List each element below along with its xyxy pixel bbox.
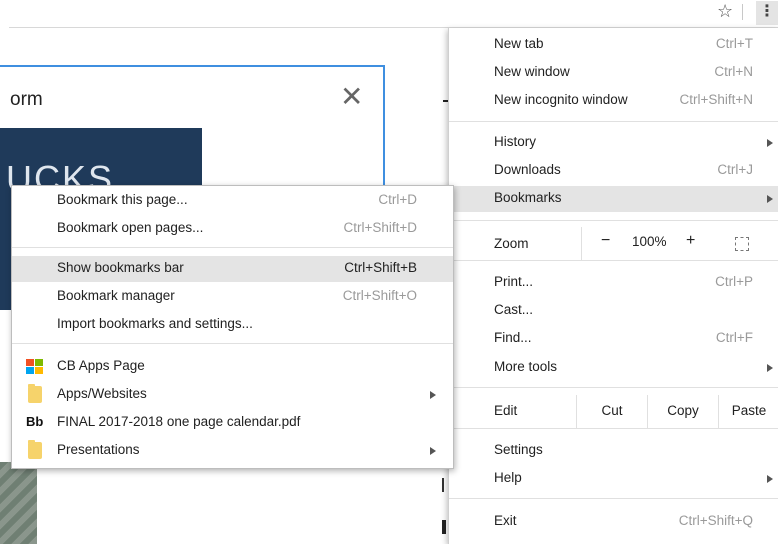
menu-item-label: New window	[494, 64, 570, 79]
menu-item-import-bookmarks[interactable]: Import bookmarks and settings...	[12, 312, 453, 338]
menu-separator	[449, 121, 778, 122]
submenu-arrow-icon	[430, 447, 436, 455]
fullscreen-icon[interactable]	[735, 237, 749, 251]
menu-item-more-tools[interactable]: More tools	[449, 355, 778, 381]
menu-item-shortcut: Ctrl+Shift+N	[679, 92, 753, 107]
edit-label: Edit	[494, 403, 518, 418]
menu-item-label: Exit	[494, 513, 517, 528]
bookmark-item[interactable]: CB Apps Page	[12, 354, 453, 380]
menu-item-bookmark-this-page[interactable]: Bookmark this page... Ctrl+D	[12, 188, 453, 214]
bookmark-folder[interactable]: Presentations	[12, 438, 453, 464]
menu-separator	[449, 428, 778, 429]
browser-toolbar: ☆ ⋮	[0, 0, 778, 28]
chrome-main-menu: New tab Ctrl+T New window Ctrl+N New inc…	[448, 28, 778, 544]
folder-icon	[28, 440, 42, 459]
menu-item-cast[interactable]: Cast...	[449, 298, 778, 324]
menu-item-label: Import bookmarks and settings...	[57, 316, 253, 331]
menu-item-shortcut: Ctrl+N	[714, 64, 753, 79]
menu-item-new-tab[interactable]: New tab Ctrl+T	[449, 32, 778, 58]
menu-item-label: Find...	[494, 330, 532, 345]
menu-separator	[449, 498, 778, 499]
menu-separator	[12, 247, 453, 248]
menu-item-label: Help	[494, 470, 522, 485]
paste-button[interactable]: Paste	[719, 395, 778, 427]
menu-item-label: Cast...	[494, 302, 534, 317]
bookmarks-submenu: Bookmark this page... Ctrl+D Bookmark op…	[11, 185, 454, 469]
menu-item-shortcut: Ctrl+F	[715, 330, 753, 345]
menu-separator	[449, 220, 778, 221]
submenu-arrow-icon	[767, 139, 773, 147]
menu-item-label: Downloads	[494, 162, 561, 177]
bookmark-item[interactable]: Bb FINAL 2017-2018 one page calendar.pdf	[12, 410, 453, 436]
menu-item-shortcut: Ctrl+J	[717, 162, 753, 177]
menu-item-shortcut: Ctrl+Shift+Q	[678, 513, 753, 528]
menu-item-label: New tab	[494, 36, 544, 51]
menu-item-bookmark-manager[interactable]: Bookmark manager Ctrl+Shift+O	[12, 284, 453, 310]
zoom-out-button[interactable]: −	[601, 232, 610, 250]
copy-button[interactable]: Copy	[648, 395, 718, 427]
page-fragment	[442, 478, 444, 492]
menu-item-print[interactable]: Print... Ctrl+P	[449, 270, 778, 296]
menu-item-label: Bookmark this page...	[57, 192, 188, 207]
menu-item-find[interactable]: Find... Ctrl+F	[449, 326, 778, 352]
menu-item-downloads[interactable]: Downloads Ctrl+J	[449, 158, 778, 184]
menu-item-label: Print...	[494, 274, 534, 289]
menu-item-new-window[interactable]: New window Ctrl+N	[449, 60, 778, 86]
menu-separator	[449, 387, 778, 388]
menu-item-show-bookmarks-bar[interactable]: Show bookmarks bar Ctrl+Shift+B	[12, 256, 453, 282]
menu-item-label: Bookmark open pages...	[57, 220, 204, 235]
close-icon[interactable]: ✕	[340, 83, 363, 111]
submenu-arrow-icon	[767, 364, 773, 372]
bookmark-label: Apps/Websites	[57, 386, 147, 401]
folder-icon	[28, 384, 42, 403]
zoom-divider	[581, 227, 582, 260]
menu-item-label: Settings	[494, 442, 543, 457]
menu-item-bookmark-open-pages[interactable]: Bookmark open pages... Ctrl+Shift+D	[12, 216, 453, 242]
menu-item-history[interactable]: History	[449, 130, 778, 156]
edit-row: Edit Cut Copy Paste	[449, 395, 778, 428]
dialog-title: orm	[10, 89, 43, 110]
background-image-strip	[0, 462, 37, 544]
blackboard-icon: Bb	[26, 414, 44, 429]
zoom-level: 100%	[632, 234, 667, 249]
menu-separator	[449, 260, 778, 261]
menu-item-settings[interactable]: Settings	[449, 438, 778, 464]
zoom-label: Zoom	[494, 236, 529, 251]
menu-item-exit[interactable]: Exit Ctrl+Shift+Q	[449, 509, 778, 535]
menu-item-bookmarks[interactable]: Bookmarks	[449, 186, 778, 212]
menu-item-shortcut: Ctrl+Shift+O	[342, 288, 417, 303]
bookmark-label: FINAL 2017-2018 one page calendar.pdf	[57, 414, 301, 429]
menu-item-shortcut: Ctrl+Shift+B	[344, 260, 417, 275]
submenu-arrow-icon	[767, 195, 773, 203]
submenu-arrow-icon	[430, 391, 436, 399]
bookmark-label: CB Apps Page	[57, 358, 145, 373]
page-fragment	[442, 520, 446, 534]
zoom-row: Zoom − 100% +	[449, 227, 778, 260]
menu-item-new-incognito-window[interactable]: New incognito window Ctrl+Shift+N	[449, 88, 778, 114]
zoom-in-button[interactable]: +	[686, 232, 695, 250]
menu-item-shortcut: Ctrl+Shift+D	[343, 220, 417, 235]
menu-separator	[12, 343, 453, 344]
menu-item-help[interactable]: Help	[449, 466, 778, 492]
bookmark-folder[interactable]: Apps/Websites	[12, 382, 453, 408]
chrome-menu-button[interactable]: ⋮	[756, 1, 778, 25]
menu-item-shortcut: Ctrl+D	[378, 192, 417, 207]
cut-button[interactable]: Cut	[577, 395, 647, 427]
submenu-arrow-icon	[767, 475, 773, 483]
menu-item-label: Show bookmarks bar	[57, 260, 184, 275]
microsoft-logo-icon	[26, 359, 43, 375]
toolbar-divider	[742, 4, 743, 20]
menu-item-shortcut: Ctrl+P	[715, 274, 753, 289]
menu-item-label: History	[494, 134, 537, 149]
menu-item-shortcut: Ctrl+T	[715, 36, 753, 51]
bookmark-label: Presentations	[57, 442, 140, 457]
bookmark-star-icon[interactable]: ☆	[717, 2, 733, 20]
menu-item-label: New incognito window	[494, 92, 628, 107]
menu-item-label: More tools	[494, 359, 558, 374]
menu-item-label: Bookmark manager	[57, 288, 175, 303]
menu-item-label: Bookmarks	[494, 190, 562, 205]
